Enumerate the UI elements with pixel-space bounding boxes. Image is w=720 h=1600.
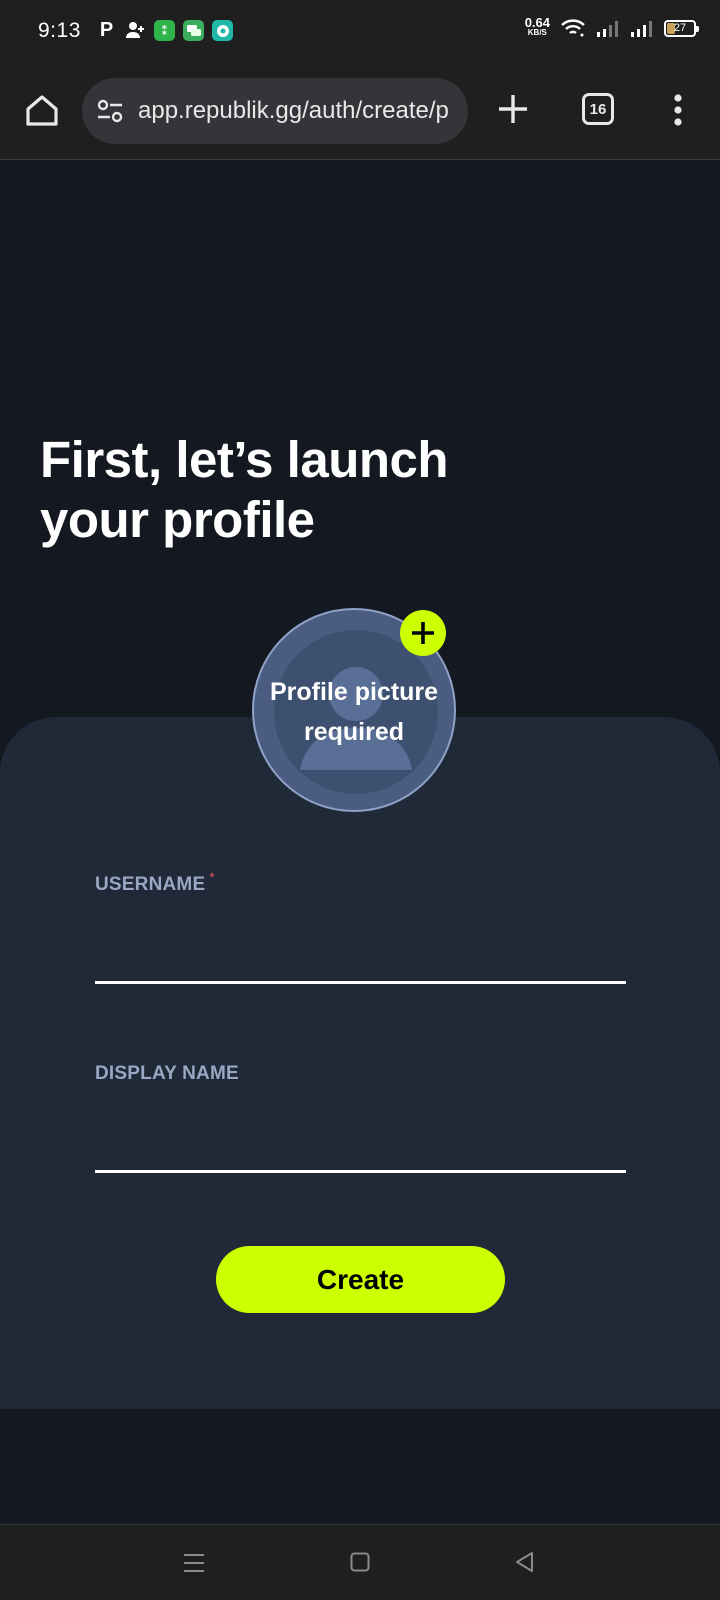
status-bar: 9:13 P ⁑ 0.64 KB/S 27	[0, 0, 720, 64]
page-title: First, let’s launch your profile	[40, 431, 449, 548]
avatar-label: Profile picture required	[269, 678, 439, 746]
signal-1-icon	[597, 21, 618, 37]
add-person-icon	[125, 20, 146, 41]
signal-2-icon	[631, 21, 652, 37]
recent-apps-icon[interactable]	[182, 1553, 206, 1573]
back-icon[interactable]	[514, 1551, 536, 1573]
username-label: USERNAME	[95, 874, 206, 895]
status-time: 9:13	[38, 19, 81, 42]
messages-icon	[183, 20, 204, 41]
username-field-group: USERNAME *	[95, 869, 626, 984]
plus-icon	[412, 622, 434, 644]
required-mark: *	[209, 869, 215, 885]
green-app-icon: ⁑	[154, 20, 175, 41]
address-bar[interactable]: app.republik.gg/auth/create/p	[82, 78, 468, 144]
p-icon: P	[99, 19, 114, 41]
wifi-icon	[561, 19, 585, 37]
teal-chat-icon	[212, 20, 233, 41]
site-settings-icon[interactable]	[96, 97, 124, 125]
add-photo-button[interactable]	[400, 610, 446, 656]
new-tab-icon[interactable]	[496, 92, 530, 126]
more-options-icon[interactable]	[662, 90, 694, 130]
display-name-field-group: DISPLAY NAME	[95, 1063, 626, 1173]
create-button[interactable]: Create	[216, 1246, 505, 1313]
battery-icon: 27	[664, 19, 699, 37]
notification-icons: P ⁑	[96, 19, 233, 41]
status-right: 0.64 KB/S 27	[524, 15, 699, 38]
username-input[interactable]	[95, 936, 626, 984]
display-name-label: DISPLAY NAME	[95, 1063, 239, 1084]
url-text[interactable]: app.republik.gg/auth/create/p	[138, 97, 449, 125]
browser-toolbar: app.republik.gg/auth/create/p 16	[0, 64, 720, 160]
profile-picture-upload[interactable]: Profile picture required	[252, 608, 456, 812]
system-nav-bar	[0, 1524, 720, 1600]
home-nav-icon[interactable]	[350, 1552, 370, 1572]
net-speed: 0.64 KB/S	[524, 15, 550, 37]
tab-switcher-button[interactable]: 16	[582, 93, 614, 125]
display-name-input[interactable]	[95, 1125, 626, 1173]
home-icon[interactable]	[24, 92, 60, 128]
